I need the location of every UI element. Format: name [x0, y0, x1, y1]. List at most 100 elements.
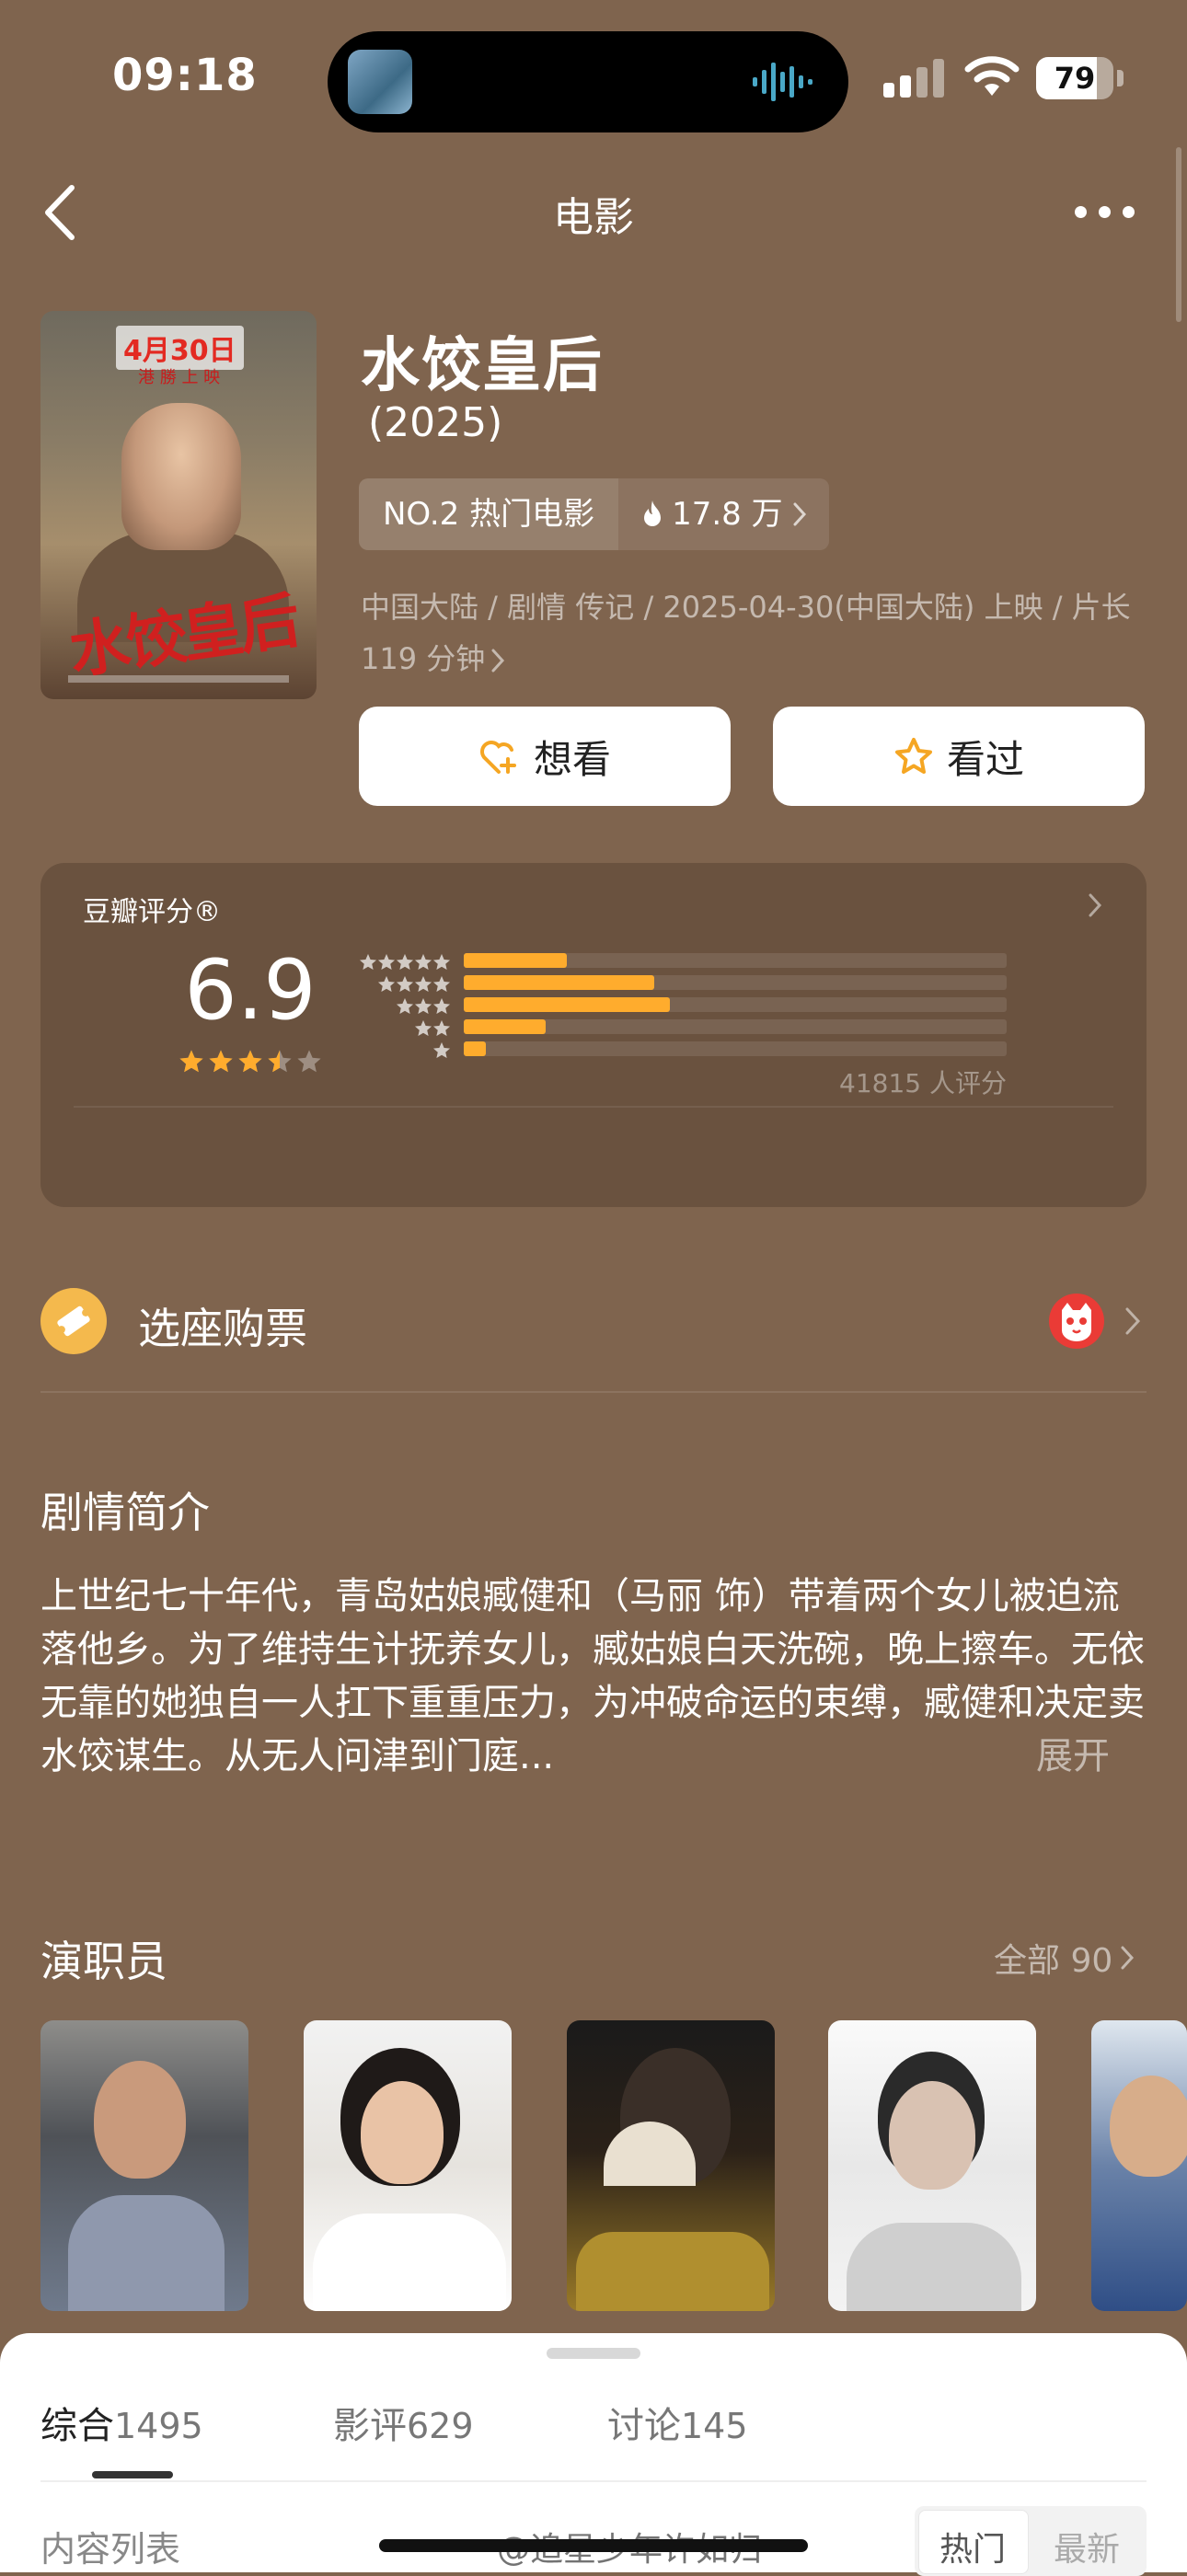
battery-indicator: 79	[1036, 57, 1124, 99]
tab-count: 629	[407, 2406, 474, 2446]
rank-label: NO.2 热门电影	[359, 478, 619, 550]
rating-bar-track	[464, 975, 1007, 990]
star-level-4	[350, 975, 451, 997]
sort-hot-button[interactable]: 热门	[918, 2523, 1027, 2570]
cast-photo[interactable]	[567, 2020, 775, 2311]
movie-meta[interactable]: 中国大陆 / 剧情 传记 / 2025-04-30(中国大陆) 上映 / 片长 …	[361, 581, 1152, 684]
tab-label: 讨论	[607, 2405, 681, 2447]
movie-meta-text: 中国大陆 / 剧情 传记 / 2025-04-30(中国大陆) 上映 / 片长 …	[361, 590, 1131, 676]
section-divider	[40, 1391, 1147, 1393]
want-label: 想看	[533, 736, 611, 782]
tab-overview[interactable]: 综合1495	[40, 2396, 203, 2449]
rating-source-label: 豆瓣评分®	[83, 896, 221, 928]
rating-stars	[179, 1049, 326, 1075]
small-star-icon	[415, 998, 432, 1014]
chevron-right-icon[interactable]	[1088, 892, 1102, 918]
tab-discussion[interactable]: 讨论145	[607, 2396, 748, 2449]
poster-release-date: 4月30日	[116, 326, 244, 370]
cellular-signal-icon	[883, 59, 944, 98]
rating-bar-track	[464, 1041, 1007, 1056]
rating-bar-track	[464, 1019, 1007, 1034]
more-options-icon[interactable]	[1073, 202, 1137, 221]
rating-score: 6.9	[184, 942, 317, 1039]
ranking-badge[interactable]: NO.2 热门电影 17.8 万	[359, 478, 829, 550]
star-outline-icon	[894, 738, 932, 774]
star-icon	[209, 1050, 233, 1073]
tab-count: 145	[681, 2406, 748, 2446]
small-star-icon	[433, 976, 450, 992]
rating-bar-3	[464, 997, 671, 1012]
synopsis-text: 上世纪七十年代，青岛姑娘臧健和（马丽 饰）带着两个女儿被迫流落他乡。为了维持生计…	[40, 1575, 1145, 1777]
status-time: 09:18	[112, 50, 258, 101]
cast-photo[interactable]	[304, 2020, 512, 2311]
scrollbar[interactable]	[1176, 147, 1181, 322]
star-level-3	[350, 997, 451, 1019]
star-level-labels	[350, 953, 451, 1064]
tab-count: 1495	[114, 2406, 203, 2446]
now-playing-thumbnail	[348, 50, 412, 114]
small-star-icon	[415, 976, 432, 992]
tab-indicator	[92, 2471, 173, 2478]
rating-bar-track	[464, 997, 1007, 1012]
cast-all-label: 全部 90	[994, 1942, 1113, 1980]
small-star-icon	[397, 976, 413, 992]
content-list-label: 内容列表	[40, 2529, 181, 2570]
watched-button[interactable]: 看过	[773, 707, 1145, 806]
home-indicator[interactable]	[379, 2539, 808, 2552]
small-star-icon	[397, 954, 413, 970]
small-star-icon	[378, 976, 395, 992]
chevron-right-icon[interactable]	[1124, 1306, 1141, 1336]
movie-year: (2025)	[368, 399, 503, 446]
cast-photo[interactable]	[828, 2020, 1036, 2311]
small-star-icon	[415, 1020, 432, 1036]
battery-level-text: 79	[1054, 61, 1096, 96]
cast-view-all-link[interactable]: 全部 90	[994, 1934, 1135, 1982]
sheet-divider	[40, 2480, 1147, 2482]
chevron-right-icon	[491, 649, 505, 673]
rating-bar-track	[464, 953, 1007, 968]
chevron-right-icon	[793, 502, 806, 526]
small-star-icon	[415, 954, 432, 970]
cast-photo[interactable]	[40, 2020, 248, 2311]
small-star-icon	[433, 998, 450, 1014]
dynamic-island[interactable]	[328, 31, 848, 132]
heart-plus-icon	[480, 741, 516, 774]
rating-divider	[74, 1106, 1113, 1108]
small-star-icon	[378, 954, 395, 970]
rating-count: 41815 人评分	[839, 1068, 1007, 1098]
rating-distribution	[464, 953, 1007, 1064]
star-level-2	[350, 1019, 451, 1041]
synopsis-heading: 剧情简介	[40, 1488, 210, 1537]
star-level-1	[350, 1041, 451, 1064]
small-star-icon	[433, 1020, 450, 1036]
star-icon	[238, 1050, 262, 1073]
sort-new-button[interactable]: 最新	[1032, 2523, 1141, 2570]
want-to-watch-button[interactable]: 想看	[359, 707, 731, 806]
tab-label: 综合	[40, 2405, 114, 2447]
small-star-icon	[433, 954, 450, 970]
flame-icon	[644, 500, 662, 526]
cat-logo-icon[interactable]	[1049, 1294, 1104, 1349]
rating-bar-5	[464, 953, 568, 968]
heat-value: 17.8 万	[672, 496, 783, 533]
chevron-right-icon	[1121, 1946, 1135, 1970]
star-icon	[268, 1050, 292, 1073]
star-icon	[297, 1050, 321, 1073]
rating-bar-1	[464, 1041, 486, 1056]
heat-badge[interactable]: 17.8 万	[618, 478, 829, 550]
cast-heading: 演职员	[40, 1937, 167, 1986]
star-icon	[179, 1050, 203, 1073]
sheet-grabber[interactable]	[547, 2348, 640, 2359]
expand-link[interactable]: 展开	[1031, 1730, 1110, 1783]
small-star-icon	[433, 1042, 450, 1058]
tab-reviews[interactable]: 影评629	[333, 2396, 474, 2449]
wifi-icon	[964, 56, 1020, 96]
nav-title: 电影	[553, 194, 634, 241]
buy-tickets-label[interactable]: 选座购票	[138, 1295, 307, 1356]
movie-poster[interactable]: 4月30日 港 勝 上 映 水饺皇后	[40, 311, 317, 699]
small-star-icon	[397, 998, 413, 1014]
ticket-icon[interactable]	[40, 1288, 107, 1354]
cast-photo[interactable]	[1091, 2020, 1187, 2311]
rating-bar-4	[464, 975, 654, 990]
tab-label: 影评	[333, 2405, 407, 2447]
